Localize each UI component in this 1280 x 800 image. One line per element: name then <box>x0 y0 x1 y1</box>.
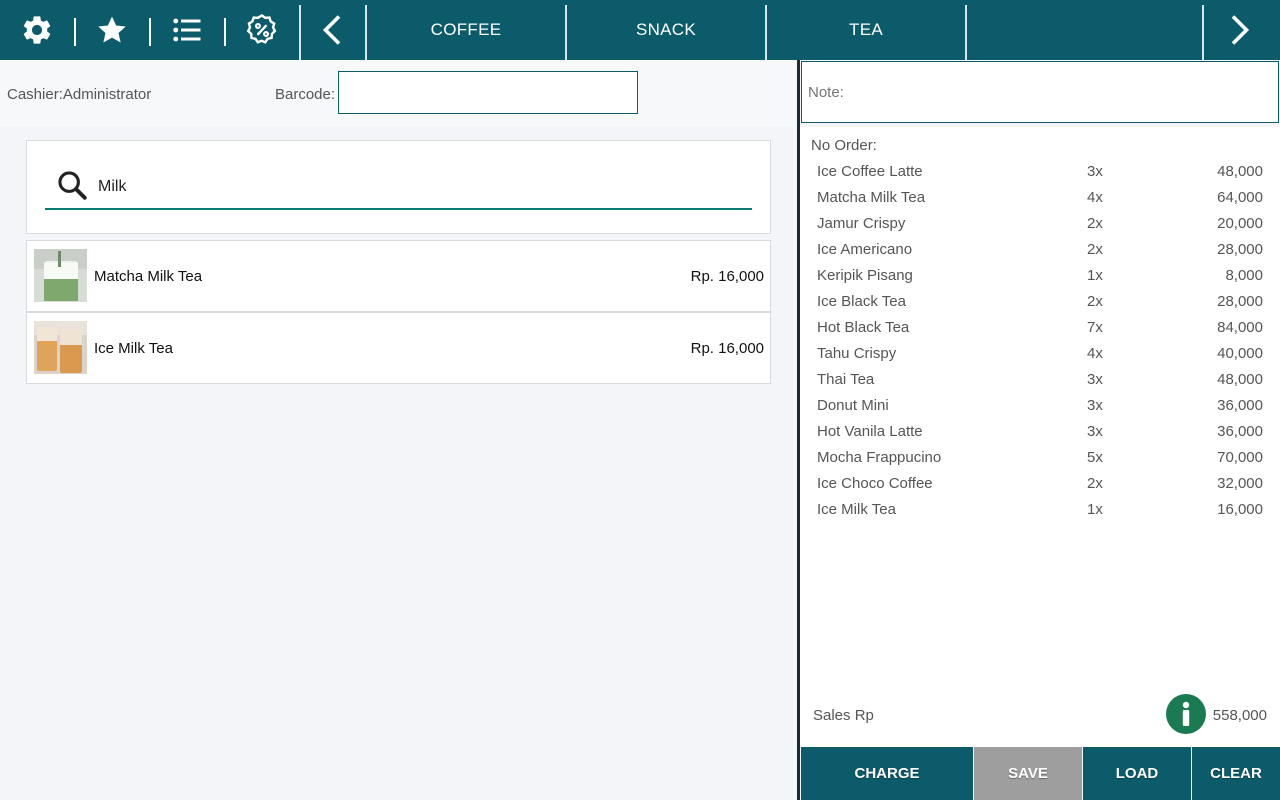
clear-button[interactable]: CLEAR <box>1192 747 1280 800</box>
order-item-qty: 2x <box>1087 215 1103 232</box>
load-button[interactable]: LOAD <box>1083 747 1191 800</box>
order-row[interactable]: Ice Americano 2x 28,000 <box>817 241 1263 267</box>
order-item-qty: 1x <box>1087 267 1103 284</box>
order-item-qty: 4x <box>1087 345 1103 362</box>
product-name: Matcha Milk Tea <box>94 268 203 285</box>
order-item-price: 16,000 <box>1217 501 1263 518</box>
chevron-right-icon[interactable] <box>1219 10 1259 50</box>
order-row[interactable]: Tahu Crispy 4x 40,000 <box>817 345 1263 371</box>
product-price: Rp. 16,000 <box>690 268 764 285</box>
order-item-price: 8,000 <box>1225 267 1263 284</box>
order-item-qty: 2x <box>1087 293 1103 310</box>
order-row[interactable]: Ice Coffee Latte 3x 48,000 <box>817 163 1263 189</box>
order-item-price: 40,000 <box>1217 345 1263 362</box>
sales-total: 558,000 <box>1212 707 1267 724</box>
discount-badge-icon[interactable] <box>242 10 282 50</box>
toolbar-separator <box>149 18 151 46</box>
product-item[interactable]: Matcha Milk Tea Rp. 16,000 <box>26 240 771 312</box>
order-item-name: Ice Choco Coffee <box>817 475 933 492</box>
product-name: Ice Milk Tea <box>94 340 173 357</box>
tab-tea[interactable]: TEA <box>767 0 965 60</box>
toolbar-divider <box>1202 5 1204 60</box>
cashier-label: Cashier:Administrator <box>7 86 152 103</box>
order-row[interactable]: Keripik Pisang 1x 8,000 <box>817 267 1263 293</box>
matcha-milk-tea-image <box>34 249 87 302</box>
order-item-qty: 5x <box>1087 449 1103 466</box>
order-row[interactable]: Ice Black Tea 2x 28,000 <box>817 293 1263 319</box>
barcode-label: Barcode: <box>275 86 336 103</box>
order-item-price: 64,000 <box>1217 189 1263 206</box>
order-item-name: Matcha Milk Tea <box>817 189 926 206</box>
search-input[interactable] <box>98 174 738 200</box>
order-item-qty: 3x <box>1087 423 1103 440</box>
order-item-qty: 3x <box>1087 397 1103 414</box>
order-item-name: Thai Tea <box>817 371 875 388</box>
order-item-price: 28,000 <box>1217 293 1263 310</box>
order-row[interactable]: Hot Vanila Latte 3x 36,000 <box>817 423 1263 449</box>
order-row[interactable]: Jamur Crispy 2x 20,000 <box>817 215 1263 241</box>
star-icon[interactable] <box>92 10 132 50</box>
order-item-name: Jamur Crispy <box>817 215 906 232</box>
order-item-price: 20,000 <box>1217 215 1263 232</box>
order-item-qty: 2x <box>1087 475 1103 492</box>
info-icon[interactable] <box>1166 694 1206 734</box>
order-item-price: 32,000 <box>1217 475 1263 492</box>
list-icon[interactable] <box>167 10 207 50</box>
order-item-qty: 7x <box>1087 319 1103 336</box>
tab-coffee[interactable]: COFFEE <box>367 0 565 60</box>
order-row[interactable]: Hot Black Tea 7x 84,000 <box>817 319 1263 345</box>
order-item-price: 48,000 <box>1217 163 1263 180</box>
order-row[interactable]: Mocha Frappucino 5x 70,000 <box>817 449 1263 475</box>
note-input[interactable] <box>801 61 1279 123</box>
gear-icon[interactable] <box>17 10 57 50</box>
order-item-name: Donut Mini <box>817 397 889 414</box>
save-button[interactable]: SAVE <box>974 747 1082 800</box>
toolbar-divider <box>299 5 301 60</box>
order-item-qty: 3x <box>1087 371 1103 388</box>
order-item-qty: 2x <box>1087 241 1103 258</box>
toolbar-separator <box>224 18 226 46</box>
product-price: Rp. 16,000 <box>690 340 764 357</box>
search-icon <box>55 168 89 202</box>
toolbar-divider <box>965 5 967 60</box>
barcode-input[interactable] <box>338 71 638 114</box>
order-item-name: Mocha Frappucino <box>817 449 942 466</box>
order-item-price: 36,000 <box>1217 397 1263 414</box>
order-item-price: 36,000 <box>1217 423 1263 440</box>
search-underline <box>45 208 752 210</box>
chevron-left-icon[interactable] <box>313 10 353 50</box>
order-item-price: 28,000 <box>1217 241 1263 258</box>
order-item-name: Hot Vanila Latte <box>817 423 923 440</box>
order-row[interactable]: Ice Choco Coffee 2x 32,000 <box>817 475 1263 501</box>
order-item-qty: 1x <box>1087 501 1103 518</box>
order-item-name: Ice Coffee Latte <box>817 163 923 180</box>
order-item-name: Hot Black Tea <box>817 319 910 336</box>
top-toolbar: COFFEE SNACK TEA <box>0 0 1280 60</box>
toolbar-separator <box>74 18 76 46</box>
order-item-name: Ice Americano <box>817 241 913 258</box>
tab-snack[interactable]: SNACK <box>567 0 765 60</box>
order-row[interactable]: Thai Tea 3x 48,000 <box>817 371 1263 397</box>
order-item-qty: 4x <box>1087 189 1103 206</box>
order-item-name: Keripik Pisang <box>817 267 913 284</box>
order-item-price: 48,000 <box>1217 371 1263 388</box>
order-row[interactable]: Matcha Milk Tea 4x 64,000 <box>817 189 1263 215</box>
order-item-name: Ice Black Tea <box>817 293 906 310</box>
ice-milk-tea-image <box>34 321 87 374</box>
order-item-name: Ice Milk Tea <box>817 501 896 518</box>
charge-button[interactable]: CHARGE <box>801 747 973 800</box>
order-row[interactable]: Donut Mini 3x 36,000 <box>817 397 1263 423</box>
order-item-price: 70,000 <box>1217 449 1263 466</box>
order-number-label: No Order: <box>811 137 877 154</box>
product-item[interactable]: Ice Milk Tea Rp. 16,000 <box>26 312 771 384</box>
order-item-qty: 3x <box>1087 163 1103 180</box>
order-item-name: Tahu Crispy <box>817 345 897 362</box>
order-item-price: 84,000 <box>1217 319 1263 336</box>
sales-label: Sales Rp <box>813 707 874 724</box>
order-row[interactable]: Ice Milk Tea 1x 16,000 <box>817 501 1263 527</box>
